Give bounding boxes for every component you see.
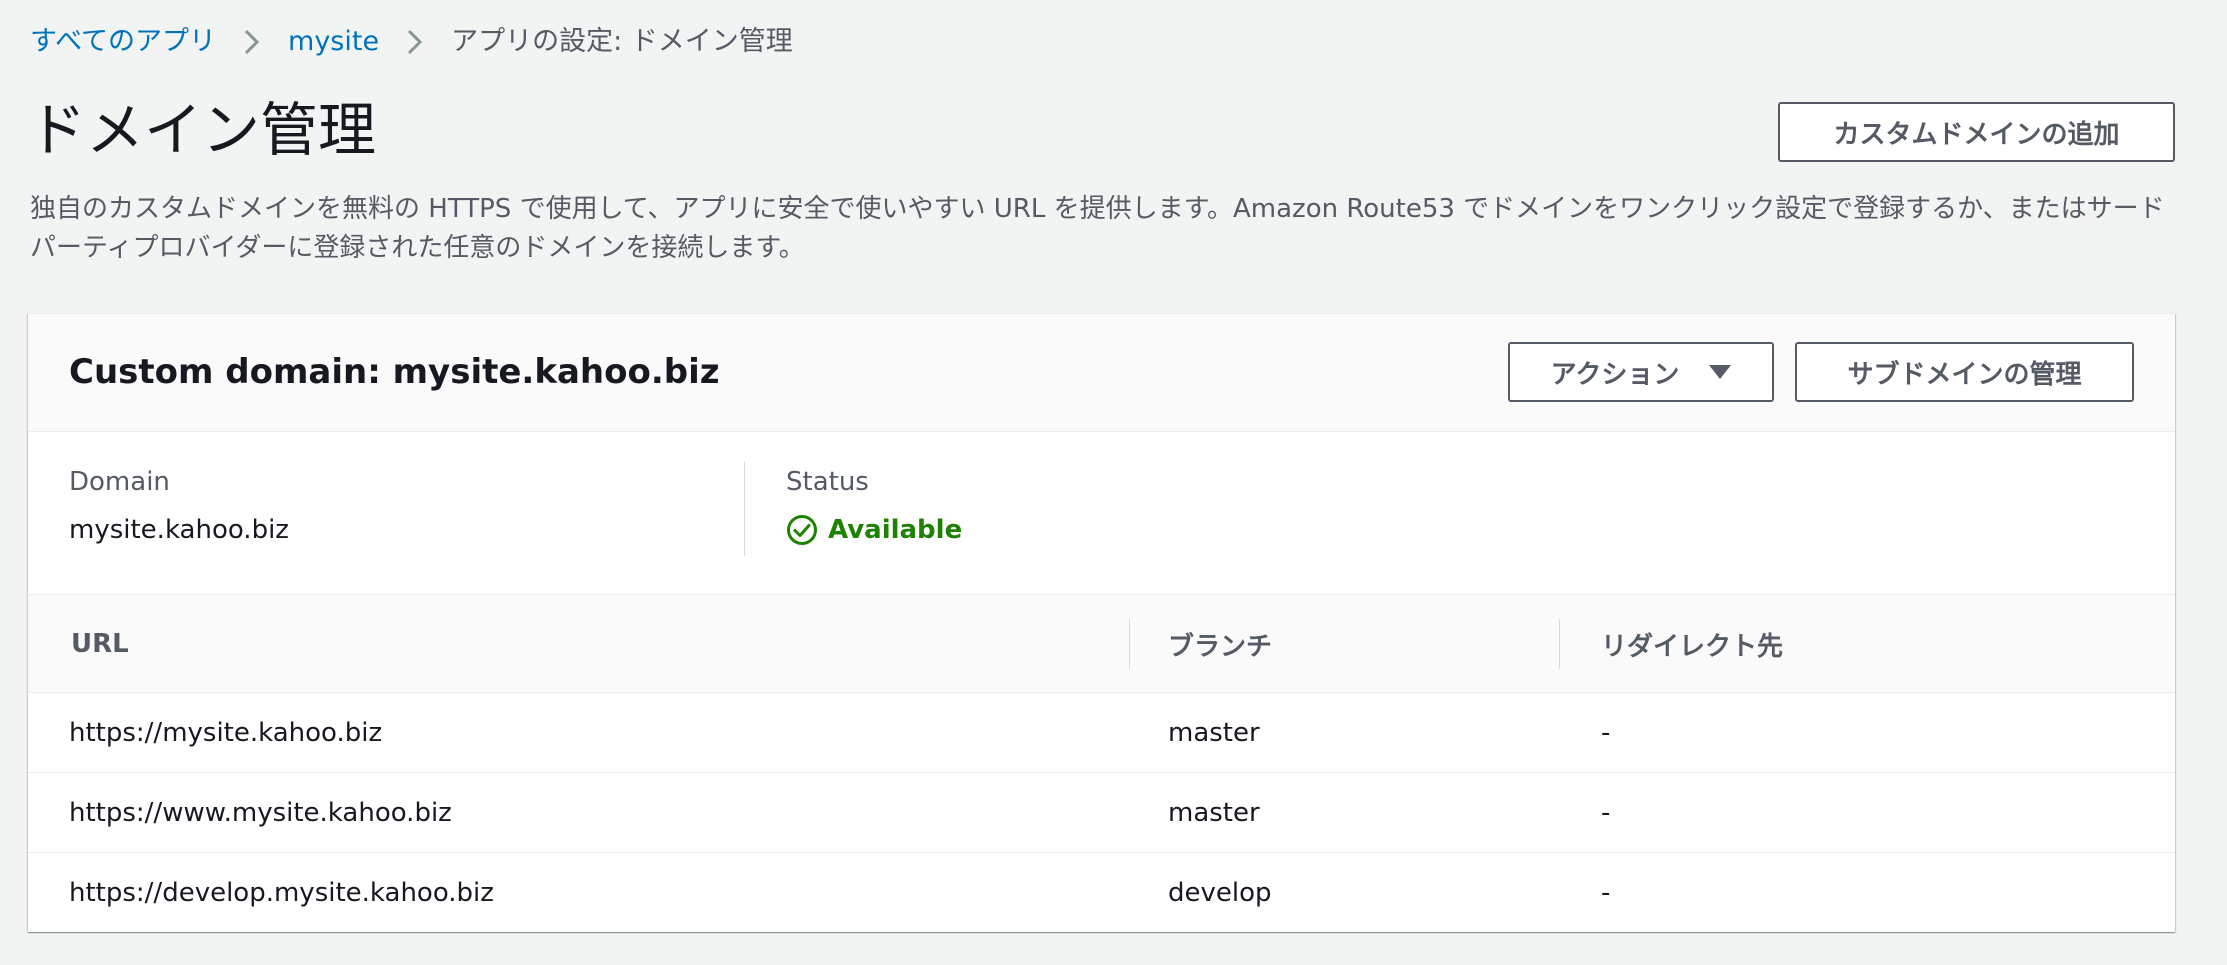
column-divider xyxy=(744,462,745,556)
row-redirect: - xyxy=(1601,878,1611,908)
row-url: https://develop.mysite.kahoo.biz xyxy=(69,878,494,908)
domain-detail: Domain mysite.kahoo.biz xyxy=(69,464,289,548)
chevron-right-icon xyxy=(216,28,288,56)
row-redirect: - xyxy=(1601,798,1611,828)
row-url: https://www.mysite.kahoo.biz xyxy=(69,798,452,828)
status-value: Available xyxy=(828,515,963,545)
column-header-branch: ブランチ xyxy=(1168,631,1273,662)
breadcrumb: すべてのアプリ mysite アプリの設定: ドメイン管理 xyxy=(30,22,793,62)
table-row: https://www.mysite.kahoo.biz master - xyxy=(28,773,2175,853)
table-row: https://mysite.kahoo.biz master - xyxy=(28,693,2175,773)
domain-management-page: すべてのアプリ mysite アプリの設定: ドメイン管理 ドメイン管理 カスタ… xyxy=(0,0,2227,965)
manage-subdomains-button[interactable]: サブドメインの管理 xyxy=(1795,342,2134,402)
status-detail: Status Available xyxy=(786,464,962,548)
breadcrumb-all-apps[interactable]: すべてのアプリ xyxy=(30,22,216,62)
table-row: https://develop.mysite.kahoo.biz develop… xyxy=(28,853,2175,932)
column-header-redirect: リダイレクト先 xyxy=(1601,631,1784,662)
table-header: URL ブランチ リダイレクト先 xyxy=(28,594,2175,693)
page-title: ドメイン管理 xyxy=(28,96,377,164)
domain-label: Domain xyxy=(69,467,170,497)
add-custom-domain-button[interactable]: カスタムドメインの追加 xyxy=(1778,102,2175,162)
card-title: Custom domain: mysite.kahoo.biz xyxy=(69,352,720,392)
caret-down-icon xyxy=(1709,365,1732,379)
row-branch: develop xyxy=(1168,878,1272,908)
row-redirect: - xyxy=(1601,718,1611,748)
domain-value: mysite.kahoo.biz xyxy=(69,515,289,545)
chevron-right-icon xyxy=(379,28,451,56)
check-circle-icon xyxy=(787,515,817,545)
row-branch: master xyxy=(1168,718,1260,748)
breadcrumb-mysite[interactable]: mysite xyxy=(288,22,379,62)
subdomain-table: URL ブランチ リダイレクト先 https://mysite.kahoo.bi… xyxy=(28,594,2175,932)
row-url: https://mysite.kahoo.biz xyxy=(69,718,383,748)
status-badge: Available xyxy=(786,512,962,548)
actions-label: アクション xyxy=(1550,359,1680,390)
breadcrumb-current: アプリの設定: ドメイン管理 xyxy=(451,26,793,57)
card-header: Custom domain: mysite.kahoo.biz アクション サブ… xyxy=(28,314,2175,432)
column-header-url: URL xyxy=(71,629,129,659)
page-description: 独自のカスタムドメインを無料の HTTPS で使用して、アプリに安全で使いやすい… xyxy=(30,194,2165,263)
actions-dropdown-button[interactable]: アクション xyxy=(1508,342,1774,402)
custom-domain-card: Custom domain: mysite.kahoo.biz アクション サブ… xyxy=(28,313,2175,932)
row-branch: master xyxy=(1168,798,1260,828)
status-label: Status xyxy=(786,467,869,497)
column-divider xyxy=(1129,619,1130,669)
domain-details: Domain mysite.kahoo.biz Status Available xyxy=(28,432,2175,594)
column-divider xyxy=(1559,619,1560,669)
